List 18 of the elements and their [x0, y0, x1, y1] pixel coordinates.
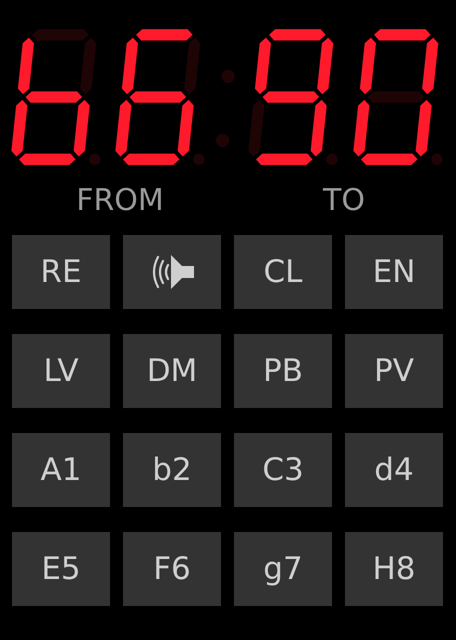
key-button[interactable]: EN	[345, 235, 443, 309]
key-button[interactable]: H8	[345, 532, 443, 606]
key-button[interactable]: DM	[123, 334, 221, 408]
key-button[interactable]: b2	[123, 433, 221, 507]
key-button[interactable]: LV	[12, 334, 110, 408]
key-button[interactable]: RE	[12, 235, 110, 309]
display-label: TO	[323, 183, 365, 220]
key-button[interactable]: PV	[345, 334, 443, 408]
key-button[interactable]: PB	[234, 334, 332, 408]
key-button[interactable]: g7	[234, 532, 332, 606]
key-button[interactable]: E5	[12, 532, 110, 606]
key-button[interactable]: F6	[123, 532, 221, 606]
display-label: FROM	[76, 183, 164, 220]
key-button[interactable]: d4	[345, 433, 443, 507]
key-button[interactable]: CL	[234, 235, 332, 309]
key-button[interactable]: C3	[234, 433, 332, 507]
key-button[interactable]: A1	[12, 433, 110, 507]
sound-button[interactable]	[123, 235, 221, 309]
